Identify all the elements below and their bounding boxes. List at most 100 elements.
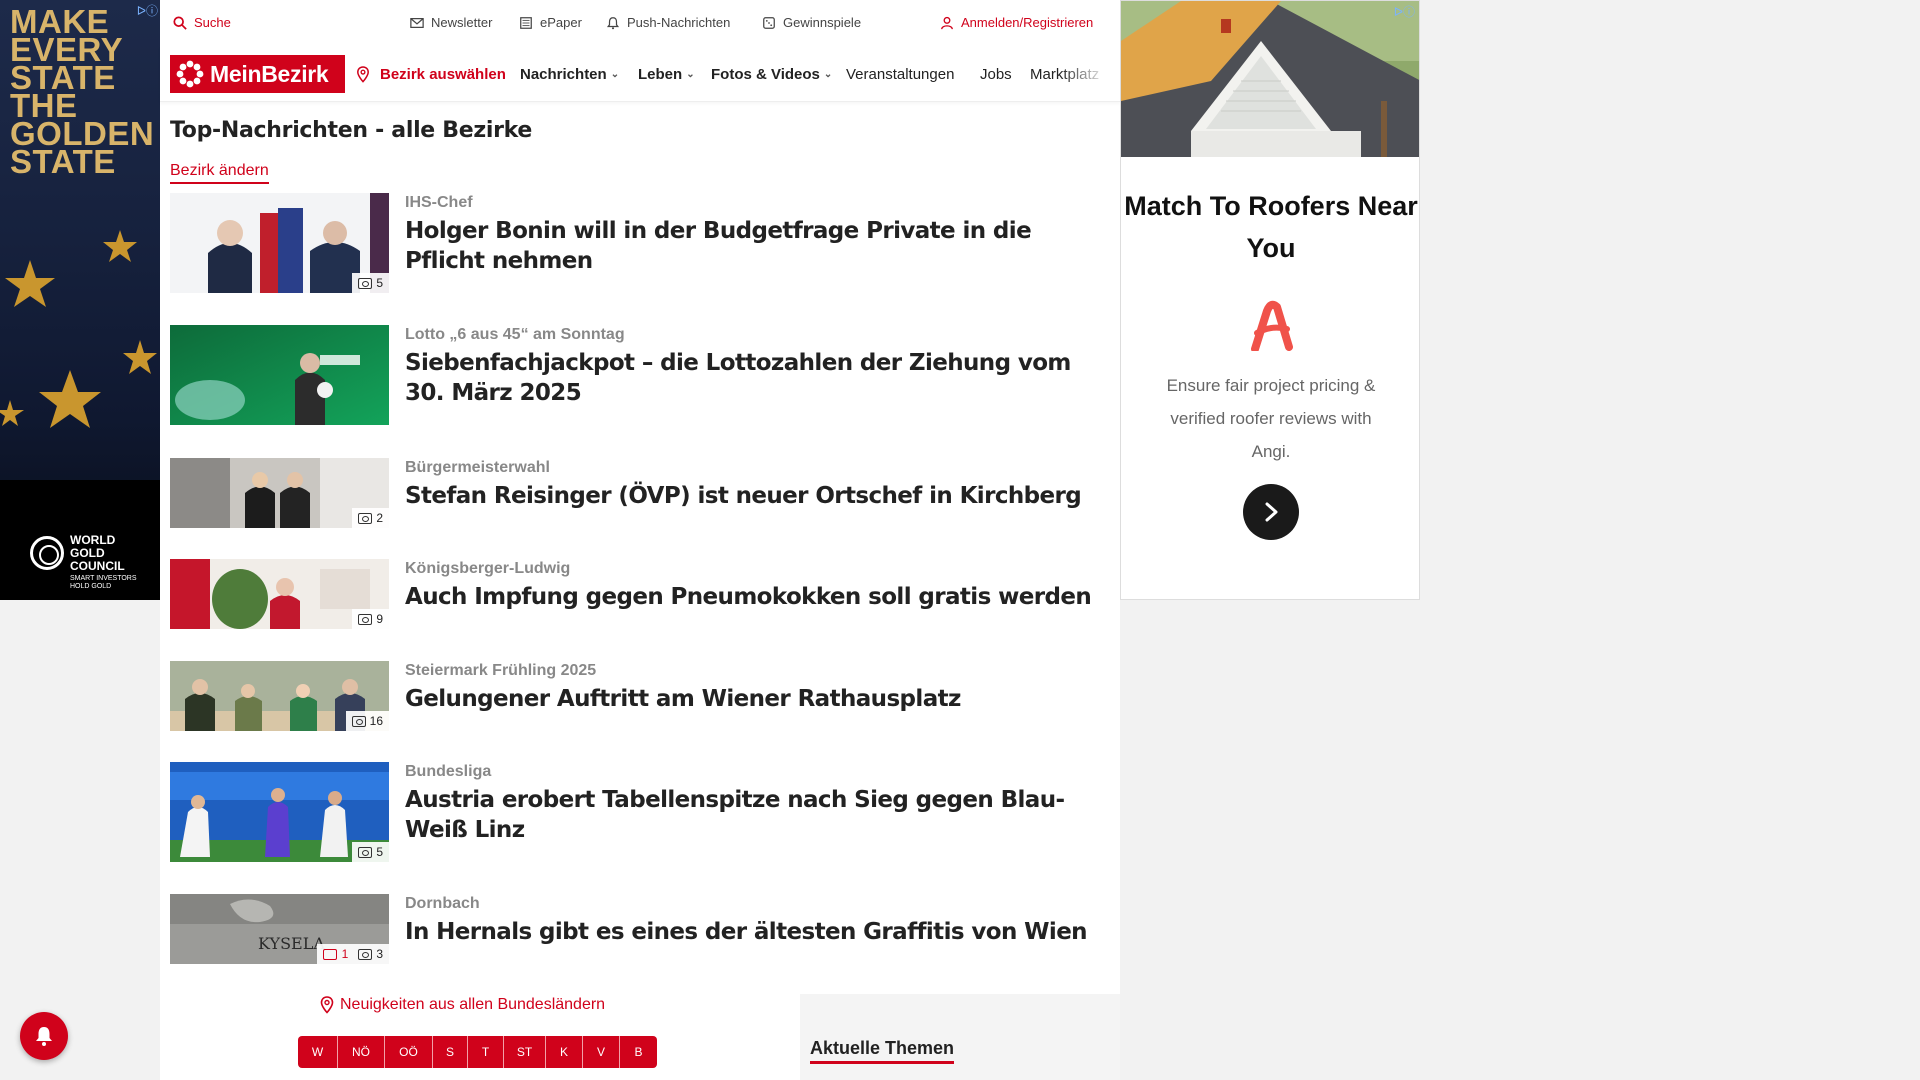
article-headline[interactable]: Austria erobert Tabellenspitze nach Sieg… <box>405 785 1110 845</box>
logo-flower-icon <box>176 60 204 88</box>
bezirk-select-label: Bezirk auswählen <box>380 66 506 83</box>
article-card[interactable]: 16 Steiermark Frühling 2025 Gelungener A… <box>170 661 1110 731</box>
article-thumbnail[interactable]: 5 <box>170 762 389 862</box>
nav-jobs[interactable]: Jobs <box>980 66 1012 83</box>
wgc-name: WORLD GOLD COUNCIL <box>70 533 125 573</box>
location-pin-icon <box>320 996 334 1014</box>
nav-leben[interactable]: Leben ⌄ <box>638 66 695 83</box>
article-headline[interactable]: Stefan Reisinger (ÖVP) ist neuer Ortsche… <box>405 481 1110 511</box>
bezirk-change-link[interactable]: Bezirk ändern <box>170 162 269 184</box>
bezirk-select-button[interactable]: Bezirk auswählen <box>356 66 506 83</box>
push-label: Push-Nachrichten <box>627 15 731 30</box>
article-text: Lotto „6 aus 45“ am Sonntag Siebenfachja… <box>405 325 1110 408</box>
photo-count: 9 <box>352 609 389 629</box>
article-thumbnail[interactable]: 9 <box>170 559 389 629</box>
stars-graphic <box>0 230 157 428</box>
login-link[interactable]: Anmelden/Registrieren <box>940 15 1093 30</box>
photo-count: 5 <box>352 842 389 862</box>
photo-count-value: 5 <box>376 276 383 290</box>
main-navigation: MeinBezirk Bezirk auswählen Nachrichten ⌄… <box>160 46 1120 102</box>
svg-text:KYSELA: KYSELA <box>258 934 325 953</box>
state-button-st[interactable]: ST <box>504 1036 546 1068</box>
meinbezirk-logo[interactable]: MeinBezirk <box>170 55 345 93</box>
state-button-b[interactable]: B <box>620 1036 657 1068</box>
article-thumbnail[interactable]: 2 <box>170 458 389 528</box>
photo-count-value: 16 <box>369 714 383 728</box>
article-kicker: Steiermark Frühling 2025 <box>405 662 597 679</box>
state-button-ooe[interactable]: OÖ <box>385 1036 433 1068</box>
article-card[interactable]: 5 IHS-Chef Holger Bonin will in der Budg… <box>170 193 1110 293</box>
comment-icon <box>322 948 337 960</box>
article-headline[interactable]: Gelungener Auftritt am Wiener Rathauspla… <box>405 684 1110 714</box>
photo-count-value: 3 <box>376 947 383 961</box>
state-button-w[interactable]: W <box>298 1036 338 1068</box>
epaper-link[interactable]: ePaper <box>519 15 582 30</box>
gewinnspiele-link[interactable]: Gewinnspiele <box>762 15 861 30</box>
nav-fotos-videos[interactable]: Fotos & Videos ⌄ <box>711 66 832 83</box>
state-button-v[interactable]: V <box>583 1036 620 1068</box>
camera-icon <box>358 613 373 625</box>
article-kicker: Bürgermeisterwahl <box>405 459 550 476</box>
state-button-k[interactable]: K <box>546 1036 583 1068</box>
logo-text: MeinBezirk <box>210 60 329 87</box>
article-text: IHS-Chef Holger Bonin will in der Budget… <box>405 193 1110 276</box>
photo-count: 2 <box>352 508 389 528</box>
newsletter-link[interactable]: Newsletter <box>410 15 492 30</box>
login-label: Anmelden/Registrieren <box>961 15 1094 30</box>
article-headline[interactable]: Auch Impfung gegen Pneumokokken soll gra… <box>405 582 1110 612</box>
photo-count: 16 <box>345 711 389 731</box>
ad-cta-button[interactable] <box>1243 484 1299 540</box>
ad-left-headline: MAKE EVERY STATE THE GOLDEN STATE <box>10 3 155 180</box>
photo-count-value: 5 <box>376 845 383 859</box>
state-button-s[interactable]: S <box>433 1036 468 1068</box>
newsletter-label: Newsletter <box>431 15 493 30</box>
state-button-t[interactable]: T <box>468 1036 504 1068</box>
photo-count: 5 <box>352 273 389 293</box>
article-card[interactable]: 2 Bürgermeisterwahl Stefan Reisinger (ÖV… <box>170 458 1110 528</box>
camera-icon <box>358 277 373 289</box>
article-thumbnail[interactable]: 5 <box>170 193 389 293</box>
photo-count-value: 9 <box>376 612 383 626</box>
article-card[interactable]: Lotto „6 aus 45“ am Sonntag Siebenfachja… <box>170 325 1110 425</box>
notification-bell-button[interactable] <box>20 1012 68 1060</box>
ad-right-rectangle[interactable]: ᐅⓘ Match To Roofers Near You Ensure fair… <box>1120 0 1420 600</box>
article-headline[interactable]: Holger Bonin will in der Budgetfrage Pri… <box>405 216 1110 276</box>
article-headline[interactable]: Siebenfachjackpot – die Lottozahlen der … <box>405 348 1110 408</box>
dice-icon <box>763 16 775 29</box>
nav-fade <box>1060 56 1120 96</box>
article-image <box>170 325 389 425</box>
article-kicker: Lotto „6 aus 45“ am Sonntag <box>405 326 625 343</box>
ad-right-body: Ensure fair project pricing & verified r… <box>1166 376 1376 461</box>
ad-choices-icon[interactable]: ᐅⓘ <box>1394 3 1415 20</box>
article-card[interactable]: 5 Bundesliga Austria erobert Tabellenspi… <box>170 762 1110 862</box>
gewinnspiele-label: Gewinnspiele <box>783 15 862 30</box>
article-kicker: Dornbach <box>405 895 480 912</box>
nav-fotos-videos-label: Fotos & Videos <box>711 66 820 83</box>
search-label: Suche <box>194 15 231 30</box>
camera-icon <box>358 948 373 960</box>
chevron-down-icon: ⌄ <box>610 69 620 80</box>
search-icon <box>173 15 187 30</box>
nav-nachrichten[interactable]: Nachrichten ⌄ <box>520 66 619 83</box>
aktuelle-themen-box: Aktuelle Themen <box>800 994 1120 1080</box>
article-thumbnail[interactable]: KYSELA 13 <box>170 894 389 964</box>
article-thumbnail[interactable]: 16 <box>170 661 389 731</box>
all-states-news-link[interactable]: Neuigkeiten aus allen Bundesländern <box>320 996 605 1014</box>
search-button[interactable]: Suche <box>173 15 231 30</box>
nav-leben-label: Leben <box>638 66 683 83</box>
epaper-label: ePaper <box>540 15 582 30</box>
ad-left-skyscraper[interactable]: MAKE EVERY STATE THE GOLDEN STATE ᐅⓘ WOR… <box>0 0 160 600</box>
house-roof-image <box>1121 1 1419 157</box>
ad-right-headline: Match To Roofers Near You <box>1124 191 1418 263</box>
wgc-tagline: SMART INVESTORS HOLD GOLD <box>70 575 137 590</box>
article-headline[interactable]: In Hernals gibt es eines der ältesten Gr… <box>405 917 1110 947</box>
state-selector: W NÖ OÖ S T ST K V B <box>298 1036 657 1068</box>
mail-icon <box>410 17 424 28</box>
article-card[interactable]: KYSELA 13 Dornbach In Hernals gibt es ei… <box>170 894 1110 964</box>
push-notifications-link[interactable]: Push-Nachrichten <box>606 15 730 30</box>
article-thumbnail[interactable] <box>170 325 389 425</box>
article-card[interactable]: 9 Königsberger-Ludwig Auch Impfung gegen… <box>170 559 1110 629</box>
state-button-noe[interactable]: NÖ <box>338 1036 385 1068</box>
ad-choices-icon[interactable]: ᐅⓘ <box>137 2 158 19</box>
nav-veranstaltungen[interactable]: Veranstaltungen <box>846 66 954 83</box>
